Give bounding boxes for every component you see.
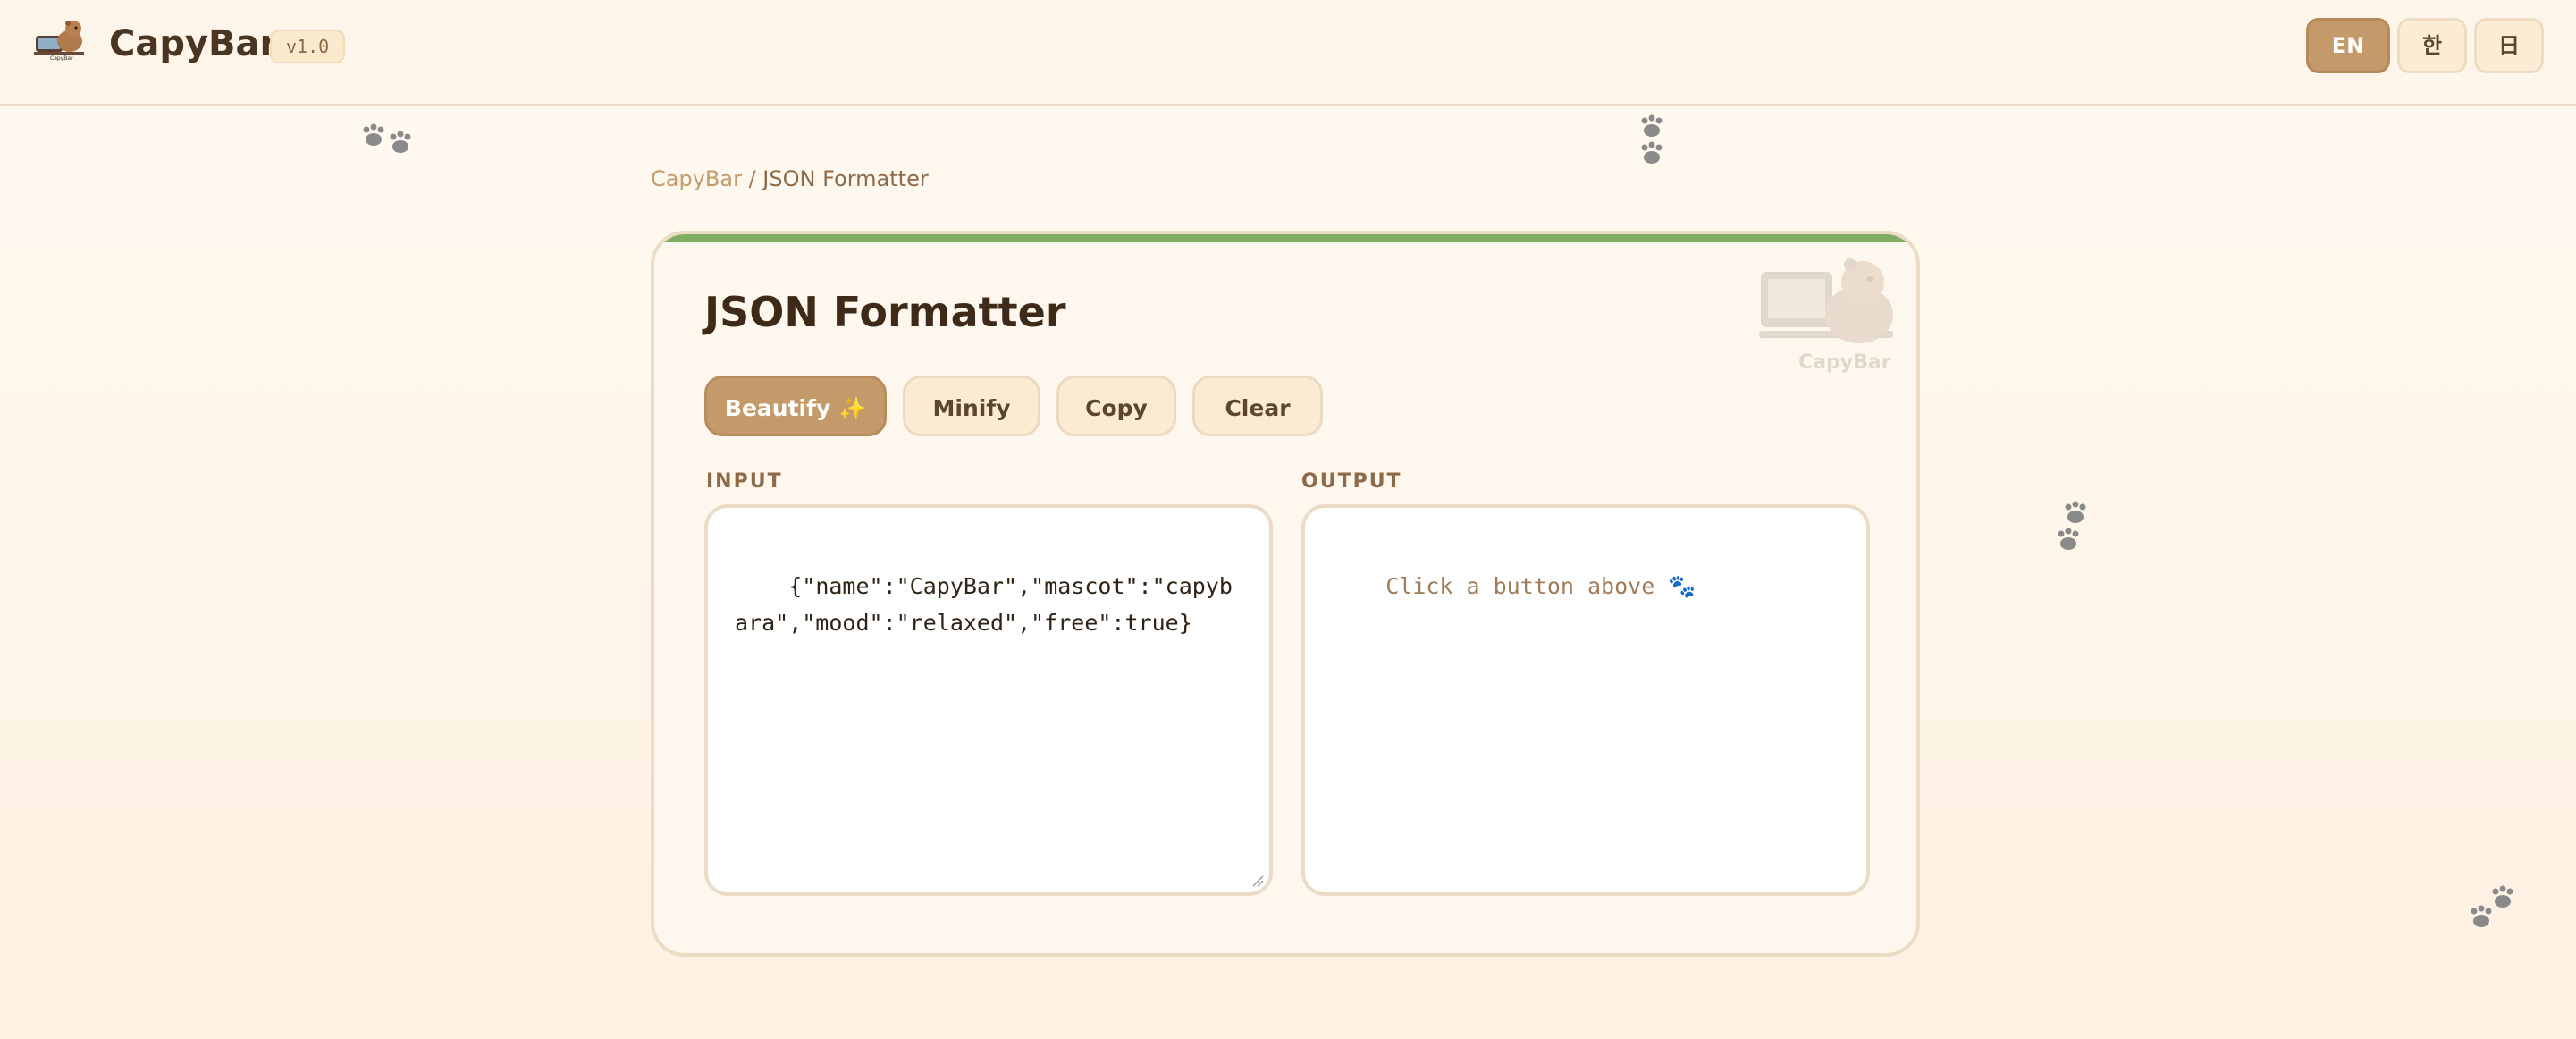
capybar-logo-icon[interactable]: CapyBar (34, 16, 86, 61)
copy-button[interactable]: Copy (1056, 376, 1176, 436)
json-input-value: {"name":"CapyBar","mascot":"capybara","m… (735, 573, 1233, 636)
top-bar: CapyBar CapyBar v1.0 EN 한 日 (0, 0, 2576, 106)
paw-print-icon (363, 123, 411, 153)
version-badge: v1.0 (270, 30, 346, 63)
breadcrumb-separator: / (741, 166, 763, 191)
page-title: JSON Formatter (704, 288, 1066, 336)
json-formatter-card: CapyBar JSON Formatter Beautify ✨ Minify… (651, 231, 1920, 957)
breadcrumb-current: JSON Formatter (762, 166, 929, 191)
capybara-mascot-icon: CapyBar (1759, 258, 1893, 374)
language-button-en[interactable]: EN (2306, 18, 2390, 73)
json-output-box[interactable]: Click a button above 🐾 (1301, 504, 1870, 896)
svg-text:CapyBar: CapyBar (50, 55, 73, 61)
mascot-caption: CapyBar (1798, 351, 1891, 374)
output-placeholder: Click a button above 🐾 (1385, 573, 1696, 599)
paw-print-icon (2058, 501, 2086, 550)
breadcrumb-home-link[interactable]: CapyBar (651, 166, 742, 191)
language-button-ja[interactable]: 日 (2474, 18, 2544, 73)
paw-print-icon (2471, 885, 2513, 927)
input-label: INPUT (706, 470, 783, 493)
card-accent-bar (654, 234, 1916, 242)
beautify-button[interactable]: Beautify ✨ (704, 376, 887, 436)
breadcrumb: CapyBar / JSON Formatter (651, 166, 929, 191)
paw-print-icon (1641, 114, 1663, 164)
minify-button[interactable]: Minify (903, 376, 1040, 436)
output-label: OUTPUT (1301, 470, 1402, 493)
brand-name[interactable]: CapyBar (109, 23, 277, 64)
resize-handle-icon[interactable] (1250, 873, 1264, 887)
json-input-textarea[interactable]: {"name":"CapyBar","mascot":"capybara","m… (704, 504, 1273, 896)
clear-button[interactable]: Clear (1192, 376, 1323, 436)
language-button-ko[interactable]: 한 (2397, 18, 2467, 73)
